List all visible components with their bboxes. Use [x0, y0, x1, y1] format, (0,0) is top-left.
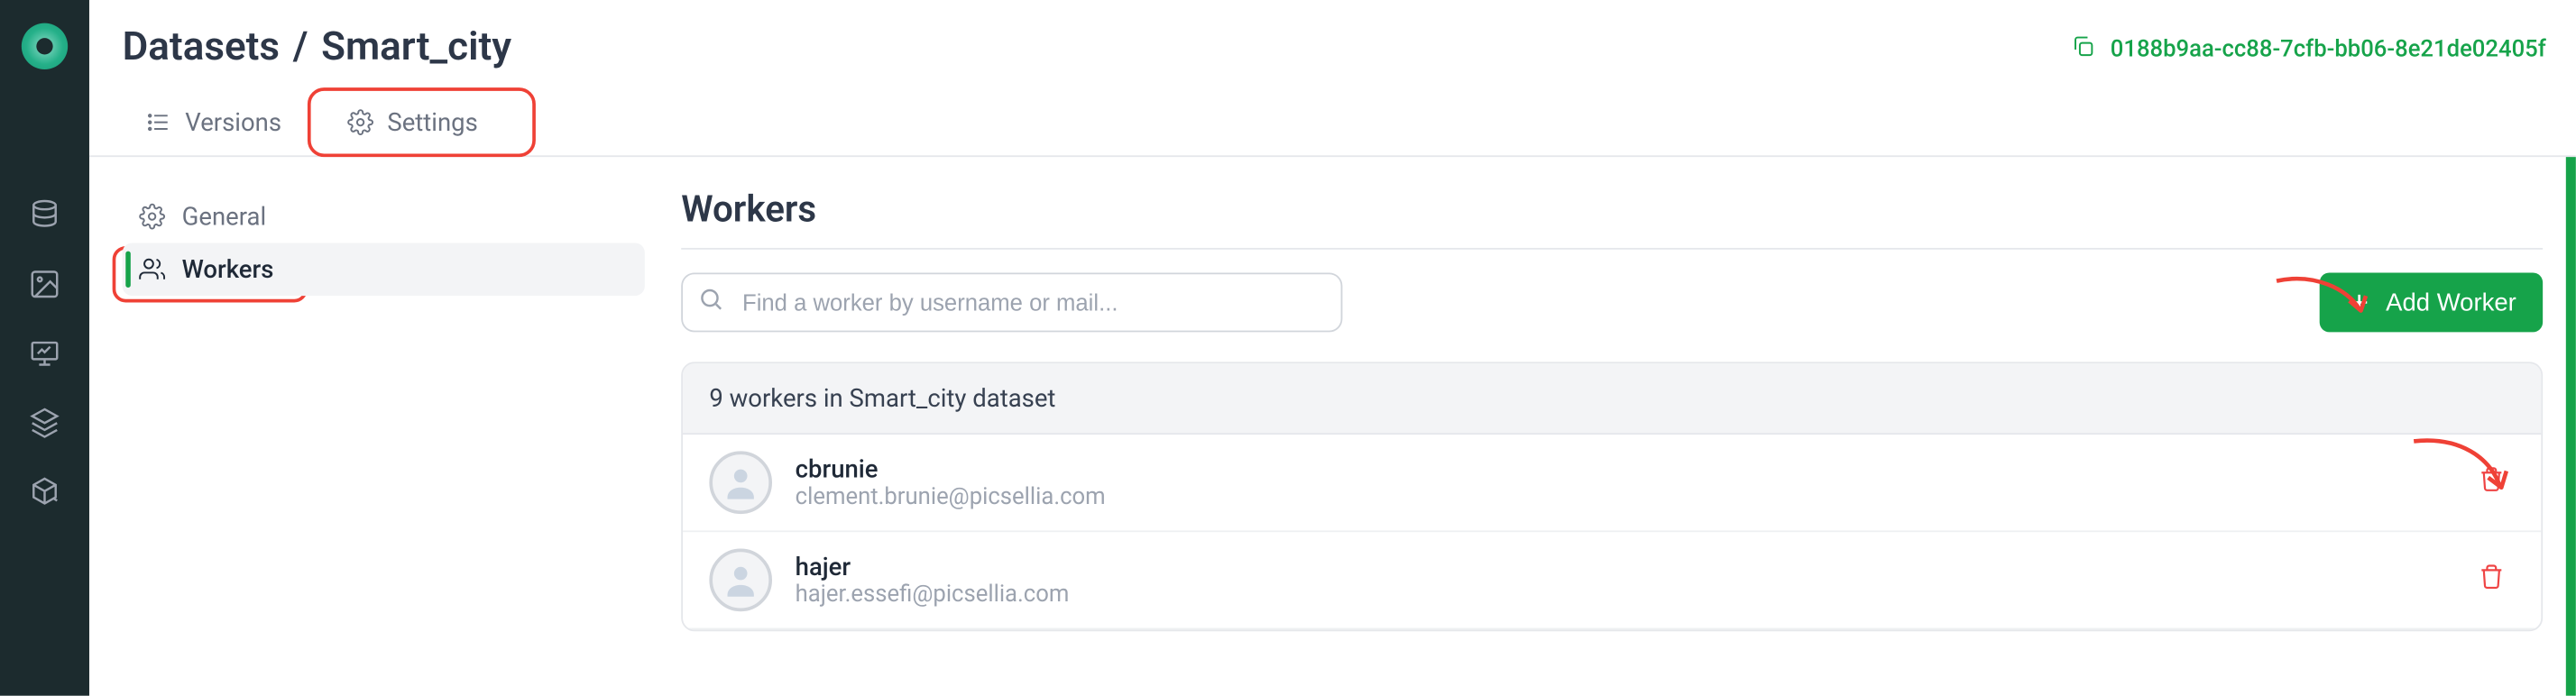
avatar	[709, 549, 772, 612]
search-input[interactable]	[681, 272, 1342, 332]
avatar	[709, 451, 772, 514]
page-title: Workers	[681, 190, 2543, 250]
worker-username: hajer	[796, 552, 1070, 582]
workers-list-header: 9 workers in Smart_city dataset	[683, 363, 2541, 435]
delete-worker-button[interactable]	[2469, 456, 2515, 509]
breadcrumb-sep: /	[293, 23, 308, 69]
package-icon[interactable]	[28, 476, 61, 509]
presentation-icon[interactable]	[28, 337, 61, 371]
worker-email: clement.brunie@picsellia.com	[796, 484, 1106, 510]
uuid-copy[interactable]: 0188b9aa-cc88-7cfb-bb06-8e21de02405f	[2071, 33, 2546, 67]
layers-icon[interactable]	[28, 407, 61, 440]
tab-versions-label: Versions	[185, 107, 281, 137]
sidebar-item-general-label: General	[182, 202, 267, 232]
scroll-indicator[interactable]	[2566, 157, 2576, 696]
search-icon	[698, 286, 724, 319]
breadcrumb-root[interactable]: Datasets	[123, 23, 280, 69]
breadcrumb-current: Smart_city	[321, 23, 511, 69]
worker-row: cbrunie clement.brunie@picsellia.com	[683, 435, 2541, 532]
delete-worker-button[interactable]	[2469, 554, 2515, 607]
sidebar-item-workers-label: Workers	[182, 254, 274, 284]
tab-versions[interactable]: Versions	[123, 94, 305, 150]
sidebar-item-workers[interactable]: Workers	[123, 243, 645, 296]
copy-icon	[2071, 33, 2097, 67]
trash-icon	[2479, 466, 2505, 492]
main-content: Workers Add Worker 9 workers in Smart_ci…	[681, 157, 2559, 696]
worker-row: hajer hajer.essefi@picsellia.com	[683, 532, 2541, 629]
image-icon[interactable]	[28, 268, 61, 301]
uuid-text: 0188b9aa-cc88-7cfb-bb06-8e21de02405f	[2111, 36, 2546, 62]
plus-icon	[2346, 289, 2372, 316]
trash-icon	[2479, 563, 2505, 590]
page-header: Datasets / Smart_city 0188b9aa-cc88-7cfb…	[89, 0, 2576, 157]
app-logo[interactable]	[22, 23, 68, 69]
worker-email: hajer.essefi@picsellia.com	[796, 582, 1070, 608]
sidebar-item-general[interactable]: General	[123, 190, 645, 243]
add-worker-label: Add Worker	[2386, 288, 2516, 316]
tab-settings[interactable]: Settings	[325, 94, 501, 150]
add-worker-button[interactable]: Add Worker	[2320, 272, 2543, 332]
worker-username: cbrunie	[796, 454, 1106, 484]
settings-sidebar: General Workers	[89, 157, 678, 296]
tab-settings-label: Settings	[387, 107, 477, 137]
search-wrapper	[681, 272, 1342, 332]
tabs: Versions Settings	[123, 89, 501, 155]
database-icon[interactable]	[28, 198, 61, 232]
nav-rail	[0, 0, 89, 696]
workers-panel: 9 workers in Smart_city dataset cbrunie …	[681, 362, 2543, 631]
